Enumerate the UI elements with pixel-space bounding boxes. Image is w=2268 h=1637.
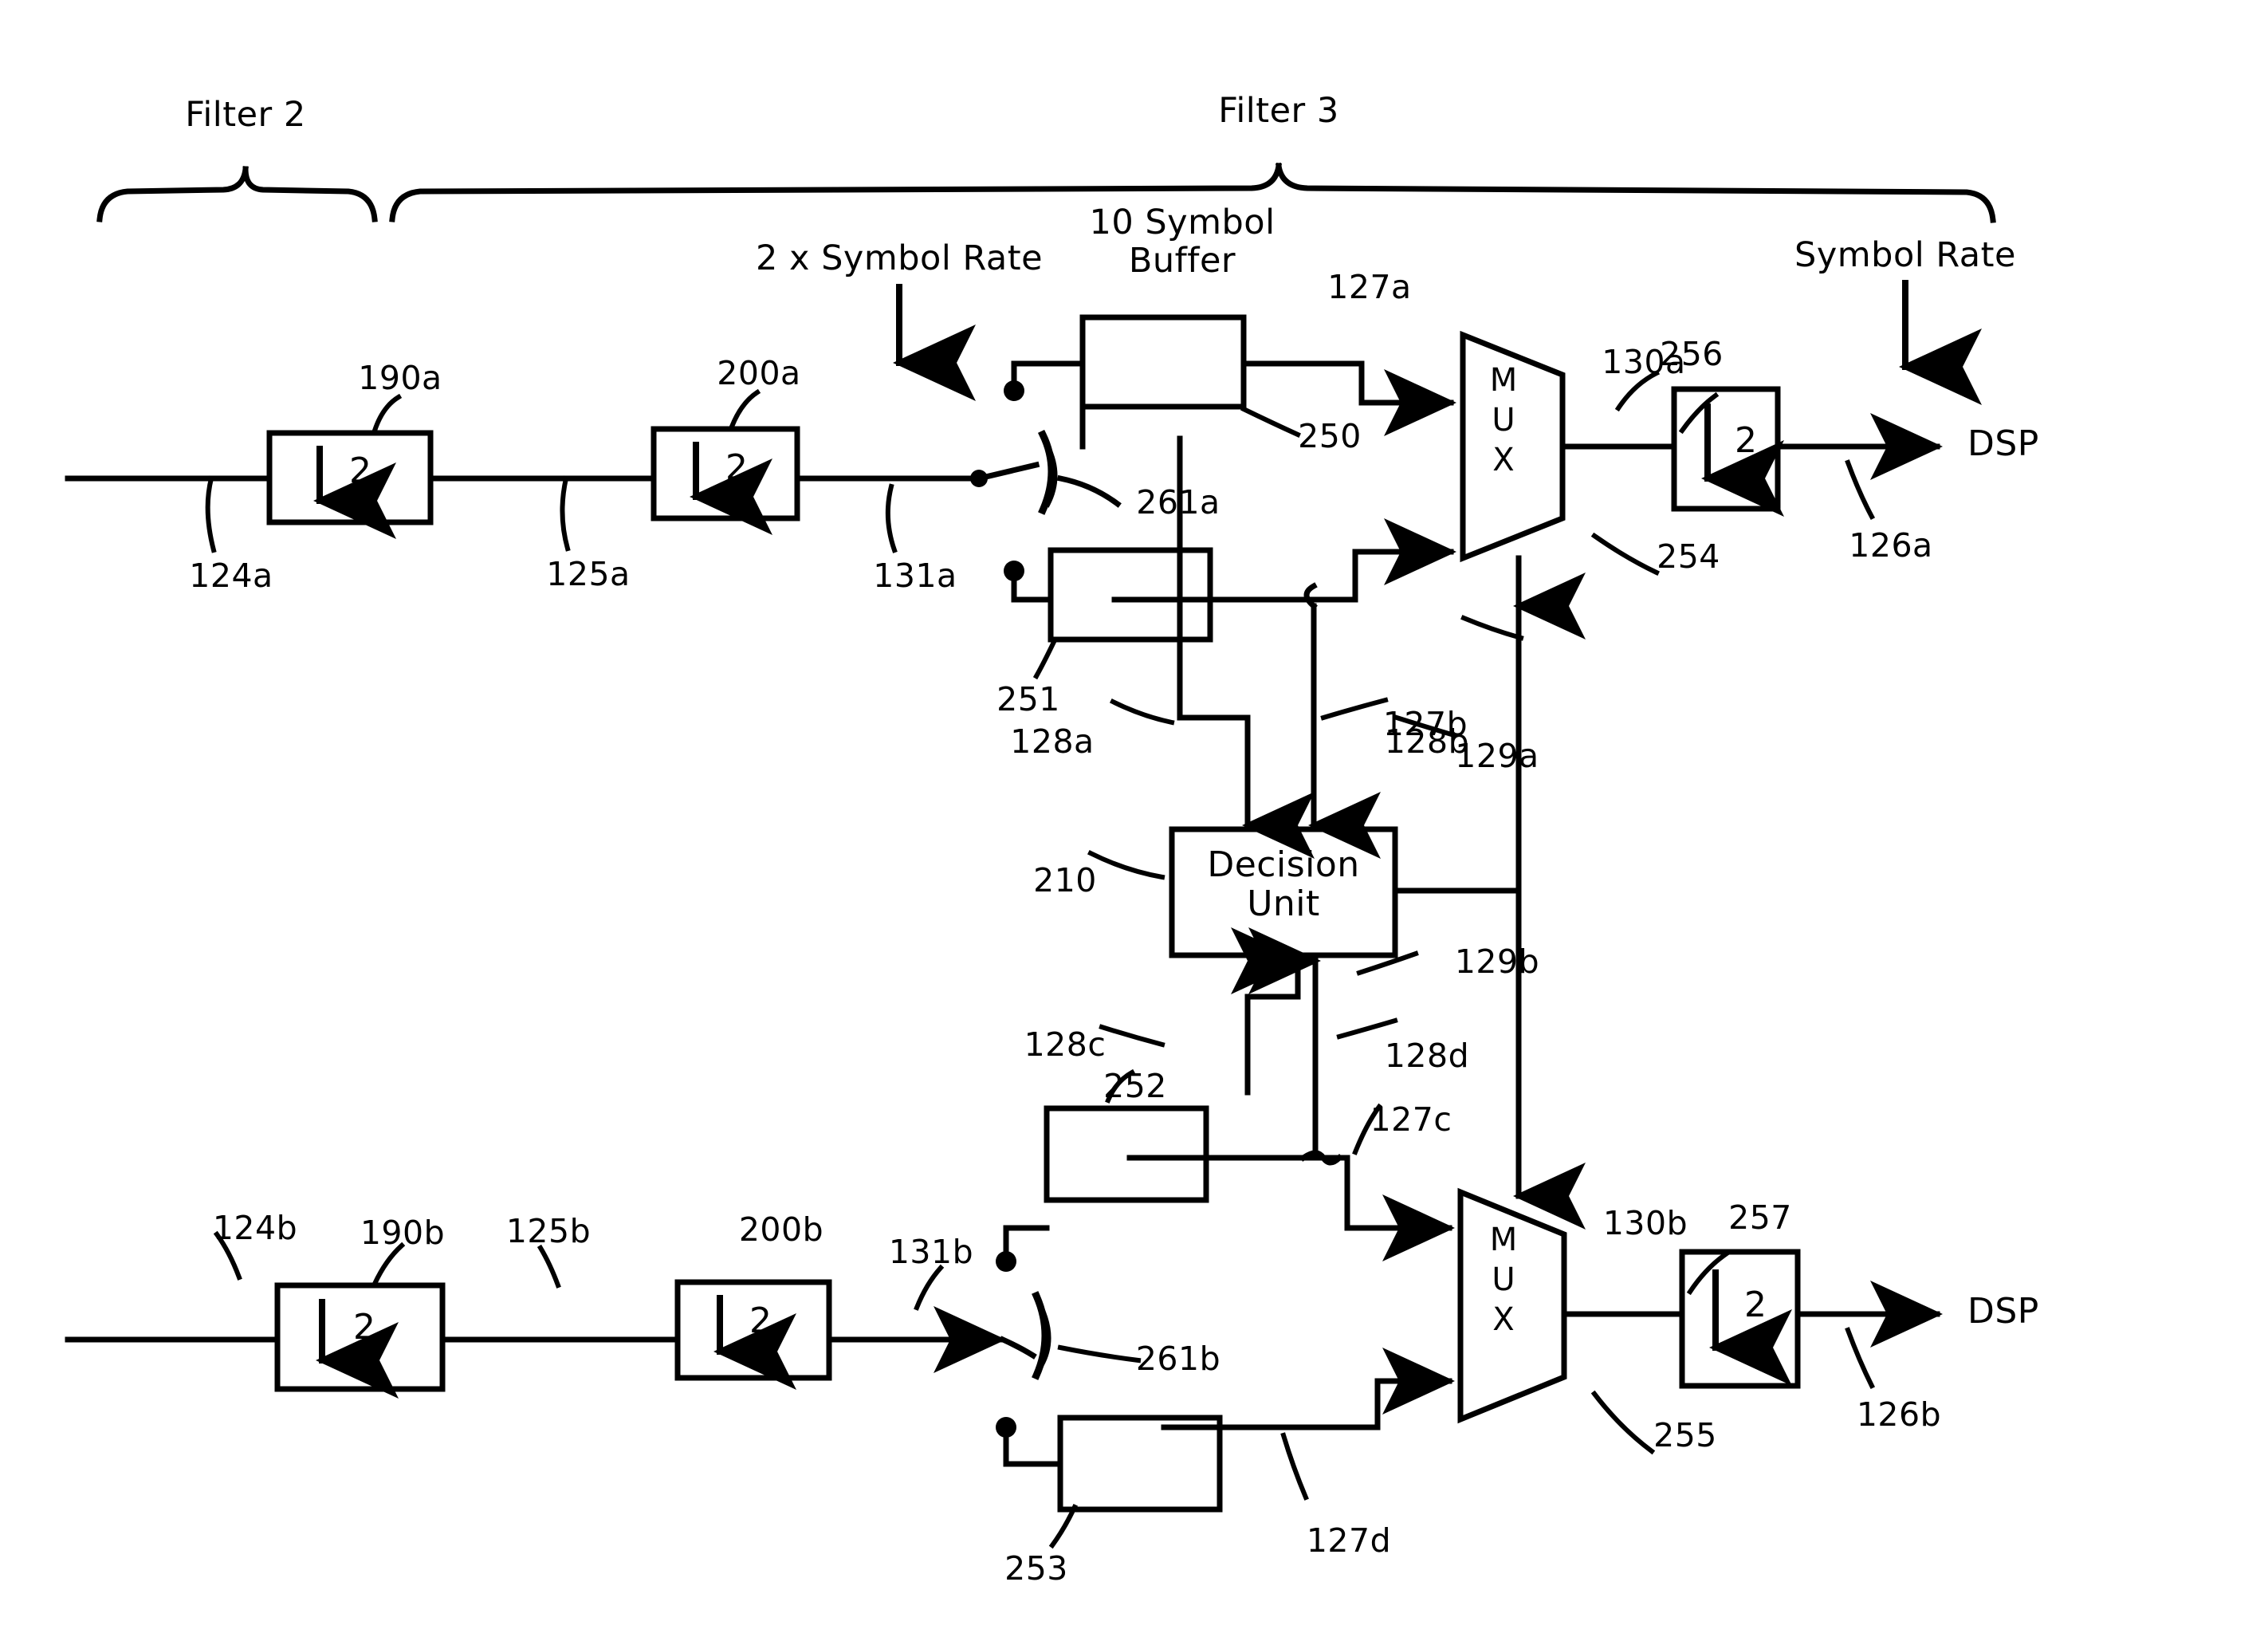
- ref-250: 250: [1298, 417, 1362, 455]
- box-190b-label: 2: [353, 1307, 376, 1348]
- ref-261a: 261a: [1136, 483, 1220, 521]
- ref-261b: 261b: [1135, 1340, 1221, 1378]
- ref-190a: 190a: [358, 359, 442, 397]
- box-257-label: 2: [1744, 1285, 1767, 1325]
- brace-filter2: [96, 166, 378, 222]
- ref-254: 254: [1657, 537, 1720, 576]
- output-dsp-top: DSP: [1967, 423, 2039, 464]
- ref-253: 253: [1004, 1549, 1068, 1588]
- box-251: [1048, 547, 1213, 643]
- ref-128d: 128d: [1384, 1037, 1470, 1075]
- ref-210: 210: [1033, 861, 1097, 899]
- ref-255: 255: [1653, 1416, 1717, 1454]
- ref-127d: 127d: [1306, 1521, 1392, 1560]
- box-250: [1079, 314, 1247, 410]
- ref-127c: 127c: [1370, 1100, 1452, 1139]
- ref-127a: 127a: [1327, 268, 1412, 306]
- box-252: [1044, 1105, 1209, 1203]
- box-190a-label: 2: [349, 451, 372, 491]
- box-200a-label: 2: [725, 447, 749, 488]
- box-257: [1679, 1249, 1801, 1389]
- ref-200b: 200b: [738, 1210, 824, 1249]
- ref-190b: 190b: [360, 1214, 446, 1252]
- ref-125a: 125a: [546, 555, 631, 593]
- annotation-10-symbol-buffer: 10 Symbol Buffer: [1089, 203, 1276, 281]
- patent-figure: Filter 2 Filter 3 2 x Symbol Rate 10 Sym…: [0, 0, 2268, 1637]
- mux-254-label: M U X: [1489, 362, 1518, 478]
- ref-131b: 131b: [888, 1233, 974, 1271]
- ref-125b: 125b: [505, 1212, 592, 1250]
- ref-257: 257: [1728, 1198, 1792, 1237]
- box-200b-label: 2: [749, 1301, 772, 1341]
- ref-128a: 128a: [1010, 722, 1095, 761]
- box-253: [1057, 1415, 1223, 1513]
- brace-label-filter2: Filter 2: [185, 95, 306, 135]
- ref-126b: 126b: [1856, 1395, 1942, 1434]
- box-256: [1671, 386, 1781, 512]
- ref-128c: 128c: [1024, 1025, 1106, 1064]
- mux-255-label: M U X: [1489, 1222, 1518, 1338]
- brace-label-filter3: Filter 3: [1218, 91, 1339, 131]
- ref-131a: 131a: [873, 557, 957, 595]
- ref-252: 252: [1103, 1067, 1167, 1105]
- ref-126a: 126a: [1849, 526, 1933, 565]
- ref-200a: 200a: [717, 354, 801, 392]
- switch-arm-261a: [975, 461, 1040, 482]
- ref-124b: 124b: [212, 1209, 298, 1247]
- ref-124a: 124a: [189, 557, 273, 595]
- box-256-label: 2: [1735, 420, 1758, 461]
- ref-129b: 129b: [1454, 942, 1540, 981]
- annotation-2x-symbol-rate: 2 x Symbol Rate: [755, 238, 1044, 278]
- annotation-symbol-rate: Symbol Rate: [1794, 235, 2016, 275]
- output-dsp-bottom: DSP: [1967, 1291, 2039, 1332]
- ref-251: 251: [996, 680, 1060, 718]
- decision-unit-label: Decision Unit: [1207, 844, 1360, 925]
- ref-130b: 130b: [1602, 1204, 1688, 1242]
- ref-129a: 129a: [1455, 737, 1539, 775]
- ref-130a: 130a: [1602, 343, 1686, 381]
